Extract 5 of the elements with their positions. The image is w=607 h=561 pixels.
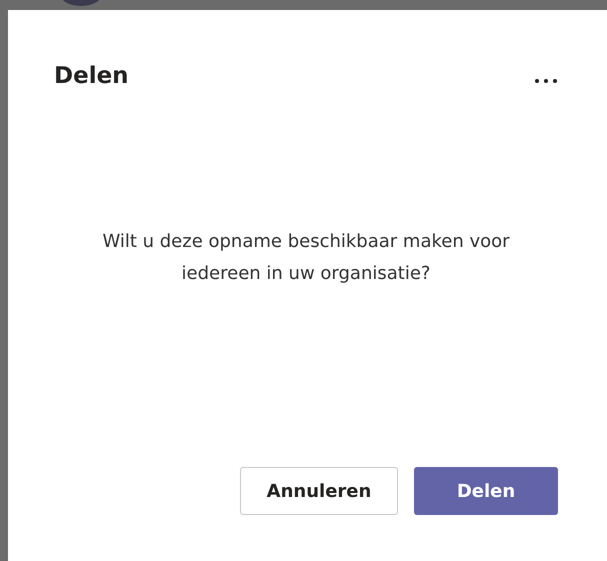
- more-options-icon[interactable]: [534, 78, 558, 84]
- cancel-button[interactable]: Annuleren: [240, 467, 398, 515]
- dialog-title: Delen: [54, 63, 129, 89]
- share-button[interactable]: Delen: [414, 467, 558, 515]
- dialog-message: Wilt u deze opname beschikbaar maken voor iedereen in uw organisatie?: [101, 230, 511, 286]
